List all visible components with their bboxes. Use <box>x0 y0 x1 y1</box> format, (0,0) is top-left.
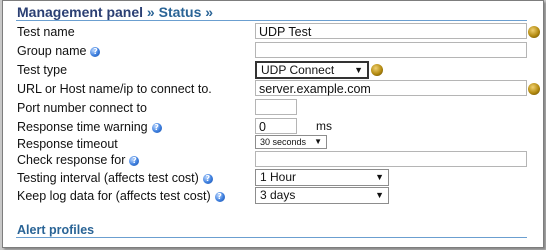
port-row: Port number connect to <box>17 99 537 117</box>
response-warning-row: Response time warning? 0 ms <box>17 118 537 136</box>
breadcrumb-separator: » <box>205 4 214 20</box>
keep-log-value: 3 days <box>260 188 296 202</box>
help-icon[interactable]: ? <box>90 47 101 57</box>
testing-interval-row: Testing interval (affects test cost)? 1 … <box>17 169 537 187</box>
host-label: URL or Host name/ip to connect to. <box>17 82 212 96</box>
response-warning-unit: ms <box>316 119 332 133</box>
test-name-label: Test name <box>17 25 75 39</box>
host-row: URL or Host name/ip to connect to. serve… <box>17 80 540 98</box>
response-warning-label: Response time warning <box>17 120 148 134</box>
response-timeout-label: Response timeout <box>17 137 118 151</box>
check-response-row: Check response for? <box>17 151 537 169</box>
status-ball-icon <box>528 26 540 38</box>
test-type-select[interactable]: UDP Connect ▼ <box>255 61 369 79</box>
port-label: Port number connect to <box>17 101 147 115</box>
test-type-value: UDP Connect <box>261 63 335 77</box>
alert-profiles-divider <box>16 237 527 238</box>
keep-log-row: Keep log data for (affects test cost)? 3… <box>17 187 537 205</box>
help-icon[interactable]: ? <box>202 174 213 184</box>
response-timeout-value: 30 seconds <box>260 137 307 147</box>
dropdown-arrow-icon: ▼ <box>375 172 384 182</box>
help-icon[interactable]: ? <box>129 156 140 166</box>
group-name-input[interactable] <box>255 42 527 58</box>
test-type-row: Test type UDP Connect ▼ <box>17 61 537 79</box>
keep-log-select[interactable]: 3 days ▼ <box>255 187 389 204</box>
status-ball-icon <box>371 64 383 76</box>
test-name-row: Test name UDP Test <box>17 23 540 41</box>
breadcrumb-management-panel[interactable]: Management panel <box>17 4 143 20</box>
test-type-label: Test type <box>17 63 68 77</box>
test-name-input[interactable]: UDP Test <box>255 23 527 39</box>
help-icon[interactable]: ? <box>151 123 162 133</box>
testing-interval-label: Testing interval (affects test cost) <box>17 171 199 185</box>
header-divider <box>16 20 527 21</box>
response-warning-input[interactable]: 0 <box>255 118 297 134</box>
group-name-label: Group name <box>17 44 87 58</box>
dropdown-arrow-icon: ▼ <box>375 190 384 200</box>
check-response-label: Check response for <box>17 153 126 167</box>
testing-interval-select[interactable]: 1 Hour ▼ <box>255 169 389 186</box>
response-timeout-select[interactable]: 30 seconds ▼ <box>255 135 327 149</box>
port-input[interactable] <box>255 99 297 115</box>
help-icon[interactable]: ? <box>214 192 225 202</box>
status-ball-icon <box>528 83 540 95</box>
testing-interval-value: 1 Hour <box>260 170 297 184</box>
host-input[interactable]: server.example.com <box>255 80 527 96</box>
check-response-input[interactable] <box>255 151 527 167</box>
breadcrumb-status[interactable]: Status <box>159 4 202 20</box>
alert-profiles-heading: Alert profiles <box>17 223 95 237</box>
management-panel: Management panel » Status » Test name UD… <box>2 0 544 248</box>
keep-log-label: Keep log data for (affects test cost) <box>17 189 211 203</box>
breadcrumb-separator: » <box>146 4 155 20</box>
group-name-row: Group name? <box>17 42 537 60</box>
breadcrumb: Management panel » Status » <box>17 4 213 20</box>
dropdown-arrow-icon: ▼ <box>354 65 363 75</box>
dropdown-arrow-icon: ▼ <box>314 137 322 146</box>
